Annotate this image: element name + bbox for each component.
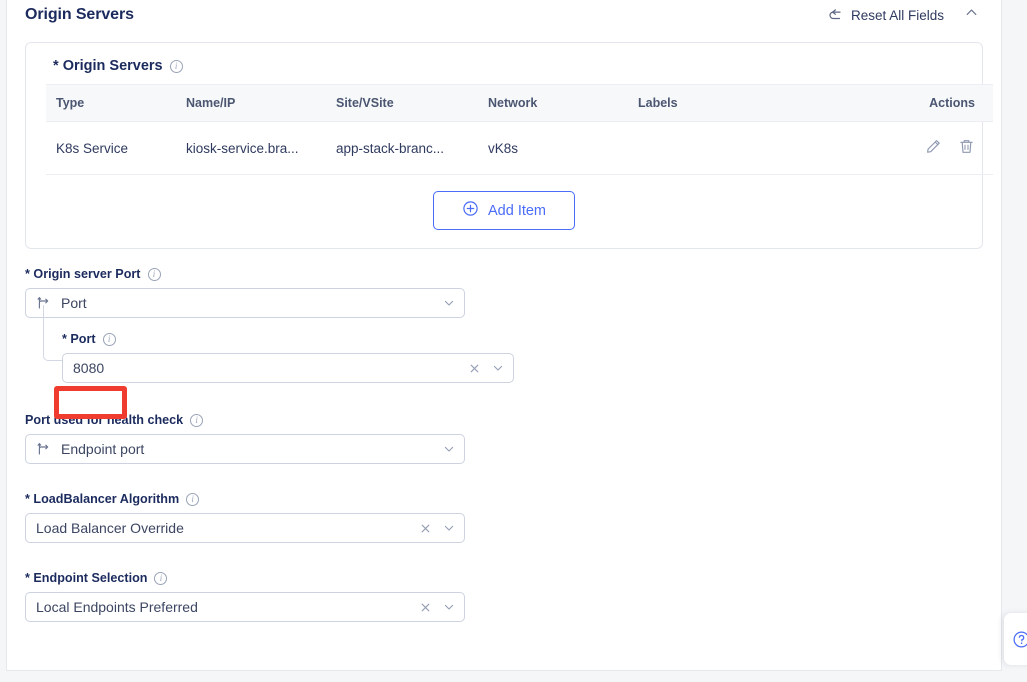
origin-servers-table-wrap: Type Name/IP Site/VSite Network Labels A… bbox=[26, 84, 993, 175]
origin-server-port-value: Port bbox=[61, 295, 87, 311]
table-body: K8s Service kiosk-service.bra... app-sta… bbox=[46, 121, 993, 175]
plus-circle-icon bbox=[462, 200, 479, 221]
row-action-icons bbox=[925, 138, 975, 155]
origin-server-port-controls bbox=[442, 296, 456, 310]
reset-all-fields-button[interactable]: Reset All Fields bbox=[828, 7, 944, 23]
field-origin-server-port: * Origin server Port i Port * Port i 808… bbox=[25, 267, 983, 383]
endpoint-selection-controls bbox=[419, 600, 456, 614]
table-row[interactable]: K8s Service kiosk-service.bra... app-sta… bbox=[46, 121, 993, 175]
health-check-port-select[interactable]: Endpoint port bbox=[25, 434, 465, 464]
clear-x-icon[interactable] bbox=[468, 362, 481, 375]
chevron-down-icon[interactable] bbox=[442, 442, 456, 456]
origin-servers-label: * Origin Servers bbox=[53, 58, 163, 74]
add-item-label: Add Item bbox=[487, 202, 547, 219]
nested-port-group: * Port i 8080 bbox=[43, 305, 983, 383]
add-item-row: Add Item bbox=[26, 175, 982, 248]
field-health-check-port: Port used for health check i Endpoint po… bbox=[25, 413, 983, 464]
info-icon[interactable]: i bbox=[147, 267, 161, 281]
field-loadbalancer-algorithm: * LoadBalancer Algorithm i Load Balancer… bbox=[25, 492, 983, 543]
origin-servers-table: Type Name/IP Site/VSite Network Labels A… bbox=[46, 84, 993, 175]
chevron-down-icon[interactable] bbox=[491, 361, 505, 375]
page-title: Origin Servers bbox=[25, 6, 134, 23]
cell-actions bbox=[883, 121, 993, 175]
clear-x-icon[interactable] bbox=[419, 601, 432, 614]
help-widget-button[interactable] bbox=[1004, 613, 1027, 665]
chevron-down-icon[interactable] bbox=[442, 521, 456, 535]
label-row-loadbalancer-algorithm: * LoadBalancer Algorithm i bbox=[25, 492, 983, 506]
port-controls bbox=[468, 361, 505, 375]
cell-name-ip: kiosk-service.bra... bbox=[176, 121, 326, 175]
section-header: Origin Servers Reset All Fields bbox=[7, 0, 1001, 30]
info-icon[interactable]: i bbox=[169, 59, 183, 73]
loadbalancer-algorithm-controls bbox=[419, 521, 456, 535]
port-value: 8080 bbox=[73, 360, 105, 376]
edit-pencil-icon[interactable] bbox=[925, 138, 942, 155]
cell-labels bbox=[628, 121, 883, 175]
delete-trash-icon[interactable] bbox=[958, 138, 975, 155]
cell-network: vK8s bbox=[478, 121, 628, 175]
origin-servers-panel: Origin Servers Reset All Fields * Origin… bbox=[6, 0, 1002, 671]
table-header-row: Type Name/IP Site/VSite Network Labels A… bbox=[46, 84, 993, 122]
info-icon[interactable]: i bbox=[186, 492, 200, 506]
chevron-down-icon[interactable] bbox=[442, 296, 456, 310]
port-input-select[interactable]: 8080 bbox=[62, 353, 514, 383]
label-text: LoadBalancer Algorithm bbox=[33, 492, 180, 506]
required-marker: * bbox=[25, 492, 30, 506]
chevron-up-icon bbox=[964, 5, 979, 25]
column-header-name-ip: Name/IP bbox=[176, 84, 326, 122]
collapse-section-button[interactable] bbox=[960, 3, 983, 27]
cell-type: K8s Service bbox=[46, 121, 176, 175]
section-header-actions: Reset All Fields bbox=[828, 3, 983, 27]
label-text: Port used for health check bbox=[25, 413, 184, 427]
column-header-labels: Labels bbox=[628, 84, 883, 122]
column-header-actions: Actions bbox=[883, 84, 993, 122]
info-icon[interactable]: i bbox=[190, 413, 204, 427]
health-check-port-value: Endpoint port bbox=[61, 441, 145, 457]
origin-server-form: * Origin server Port i Port * Port i 808… bbox=[7, 249, 1001, 622]
endpoint-selection-value: Local Endpoints Preferred bbox=[36, 599, 198, 615]
clear-x-icon[interactable] bbox=[419, 522, 432, 535]
info-icon[interactable]: i bbox=[154, 571, 168, 585]
origin-server-port-select[interactable]: Port bbox=[25, 288, 465, 318]
column-header-type: Type bbox=[46, 84, 176, 122]
label-text: Endpoint Selection bbox=[33, 571, 148, 585]
cell-site: app-stack-branc... bbox=[326, 121, 478, 175]
required-marker: * bbox=[62, 332, 67, 346]
label-row-port: * Port i bbox=[62, 332, 983, 346]
label-health-check-port: Port used for health check bbox=[25, 413, 183, 427]
origin-servers-label-row: * Origin Servers i bbox=[26, 43, 982, 84]
label-row-endpoint-selection: * Endpoint Selection i bbox=[25, 571, 983, 585]
reset-all-fields-label: Reset All Fields bbox=[850, 7, 944, 23]
label-origin-server-port: * Origin server Port bbox=[25, 267, 141, 281]
label-endpoint-selection: * Endpoint Selection bbox=[25, 571, 147, 585]
label-loadbalancer-algorithm: * LoadBalancer Algorithm bbox=[25, 492, 179, 506]
field-endpoint-selection: * Endpoint Selection i Local Endpoints P… bbox=[25, 571, 983, 622]
label-row-origin-server-port: * Origin server Port i bbox=[25, 267, 983, 281]
column-header-network: Network bbox=[478, 84, 628, 122]
loadbalancer-algorithm-select[interactable]: Load Balancer Override bbox=[25, 513, 465, 543]
label-text: Port bbox=[70, 332, 96, 346]
health-check-port-controls bbox=[442, 442, 456, 456]
info-icon[interactable]: i bbox=[102, 332, 116, 346]
loadbalancer-algorithm-value: Load Balancer Override bbox=[36, 520, 184, 536]
add-item-button[interactable]: Add Item bbox=[432, 191, 576, 230]
required-marker: * bbox=[53, 58, 59, 74]
page-root: Origin Servers Reset All Fields * Origin… bbox=[0, 0, 1027, 682]
branch-fork-icon bbox=[36, 295, 52, 311]
required-marker: * bbox=[25, 267, 30, 281]
undo-arrow-icon bbox=[828, 7, 844, 23]
question-circle-icon bbox=[1012, 630, 1027, 649]
origin-servers-label-text: Origin Servers bbox=[62, 58, 163, 74]
label-text: Origin server Port bbox=[33, 267, 141, 281]
column-header-site: Site/VSite bbox=[326, 84, 478, 122]
origin-servers-card: * Origin Servers i Type Name/IP Site/VSi… bbox=[25, 42, 993, 249]
required-marker: * bbox=[25, 571, 30, 585]
label-row-health-check-port: Port used for health check i bbox=[25, 413, 983, 427]
chevron-down-icon[interactable] bbox=[442, 600, 456, 614]
table-header: Type Name/IP Site/VSite Network Labels A… bbox=[46, 84, 993, 122]
branch-fork-icon bbox=[36, 441, 52, 457]
endpoint-selection-select[interactable]: Local Endpoints Preferred bbox=[25, 592, 465, 622]
label-port: * Port bbox=[62, 332, 96, 346]
